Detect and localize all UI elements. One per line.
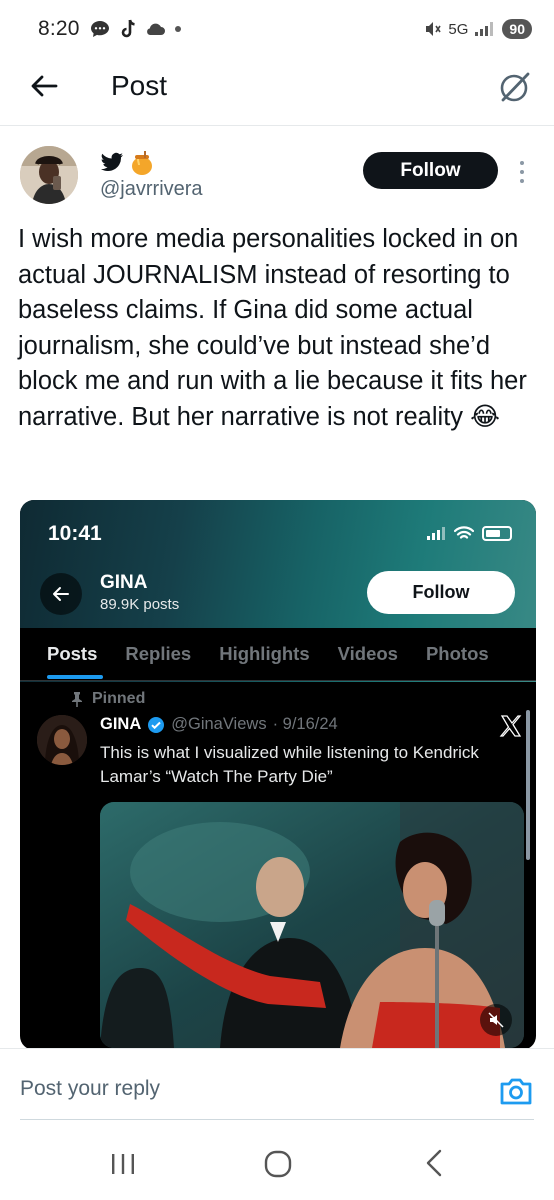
system-nav-bar — [0, 1128, 554, 1200]
signal-icon — [427, 526, 445, 540]
embedded-post-count: 89.9K posts — [100, 596, 180, 613]
pin-icon — [72, 692, 82, 707]
chat-bubble-icon — [90, 21, 109, 37]
embedded-tab-videos: Videos — [337, 643, 398, 664]
embedded-scrollbar — [526, 710, 530, 860]
embedded-post-text: This is what I visualized while listenin… — [100, 743, 479, 786]
camera-icon[interactable] — [498, 1073, 534, 1109]
status-left: 8:20 — [38, 17, 182, 41]
network-label: 5G — [448, 20, 469, 38]
embedded-post-handle: @GinaViews — [171, 715, 267, 733]
embedded-status-icons — [426, 526, 512, 541]
embedded-image[interactable]: 10:41 GINA 89.9K posts Follow Posts Repl… — [20, 500, 536, 1050]
embedded-tab-posts: Posts — [47, 643, 104, 679]
tiktok-icon — [121, 19, 135, 38]
mute-video-icon — [480, 1004, 512, 1036]
author-handle: @javrrivera — [100, 178, 203, 200]
page-title: Post — [111, 70, 168, 101]
author-avatar[interactable] — [20, 146, 78, 204]
bird-emoji — [101, 152, 123, 172]
status-time: 8:20 — [38, 17, 80, 40]
battery-icon — [482, 526, 512, 541]
embedded-video-still — [100, 802, 524, 1048]
battery-icon: 90 — [502, 19, 532, 39]
embedded-divider — [20, 680, 536, 681]
embedded-follow-button: Follow — [367, 571, 515, 614]
embedded-tabs: Posts Replies Highlights Videos Photos — [20, 628, 536, 680]
x-logo-icon — [499, 713, 523, 745]
embedded-tab-photos: Photos — [425, 643, 489, 664]
embedded-status-time: 10:41 — [48, 522, 102, 545]
reply-underline — [20, 1119, 534, 1120]
status-right: 5G 90 — [424, 19, 532, 39]
signal-icon — [475, 22, 494, 36]
author-info[interactable]: @javrrivera — [100, 150, 203, 201]
pinned-label: Pinned — [70, 690, 145, 708]
tweet-text: I wish more media personalities locked i… — [18, 225, 527, 431]
nav-back-icon[interactable] — [422, 1148, 446, 1178]
reply-input[interactable]: Post your reply — [20, 1077, 160, 1101]
cloud-icon — [146, 23, 165, 35]
author-name-emojis — [100, 150, 203, 176]
embedded-tab-highlights: Highlights — [219, 643, 310, 664]
post-header: Post — [0, 58, 554, 126]
embedded-post-header: GINA @GinaViews · 9/16/24 — [100, 715, 338, 734]
grok-icon[interactable] — [498, 70, 532, 104]
recent-apps-icon[interactable] — [110, 1152, 136, 1176]
notification-icons — [90, 19, 182, 39]
wifi-icon — [454, 526, 474, 539]
embedded-tab-replies: Replies — [125, 643, 192, 664]
embedded-post-name: GINA — [100, 715, 142, 733]
embedded-post-date: · 9/16/24 — [272, 715, 338, 733]
more-options-icon[interactable] — [514, 158, 530, 186]
dot-icon — [174, 26, 181, 32]
mute-icon — [426, 22, 442, 36]
follow-button[interactable]: Follow — [363, 152, 498, 189]
verified-badge-icon — [148, 716, 165, 733]
reply-bar: Post your reply — [0, 1048, 554, 1128]
embedded-back-icon — [40, 573, 82, 615]
embedded-avatar — [37, 715, 87, 765]
pinned-text: Pinned — [92, 690, 146, 707]
embedded-profile-name: GINA — [100, 572, 148, 593]
status-bar: 8:20 5G 90 — [0, 0, 554, 58]
arrow-left-icon[interactable] — [28, 70, 60, 102]
home-icon[interactable] — [264, 1150, 292, 1178]
honey-pot-emoji — [132, 151, 152, 175]
